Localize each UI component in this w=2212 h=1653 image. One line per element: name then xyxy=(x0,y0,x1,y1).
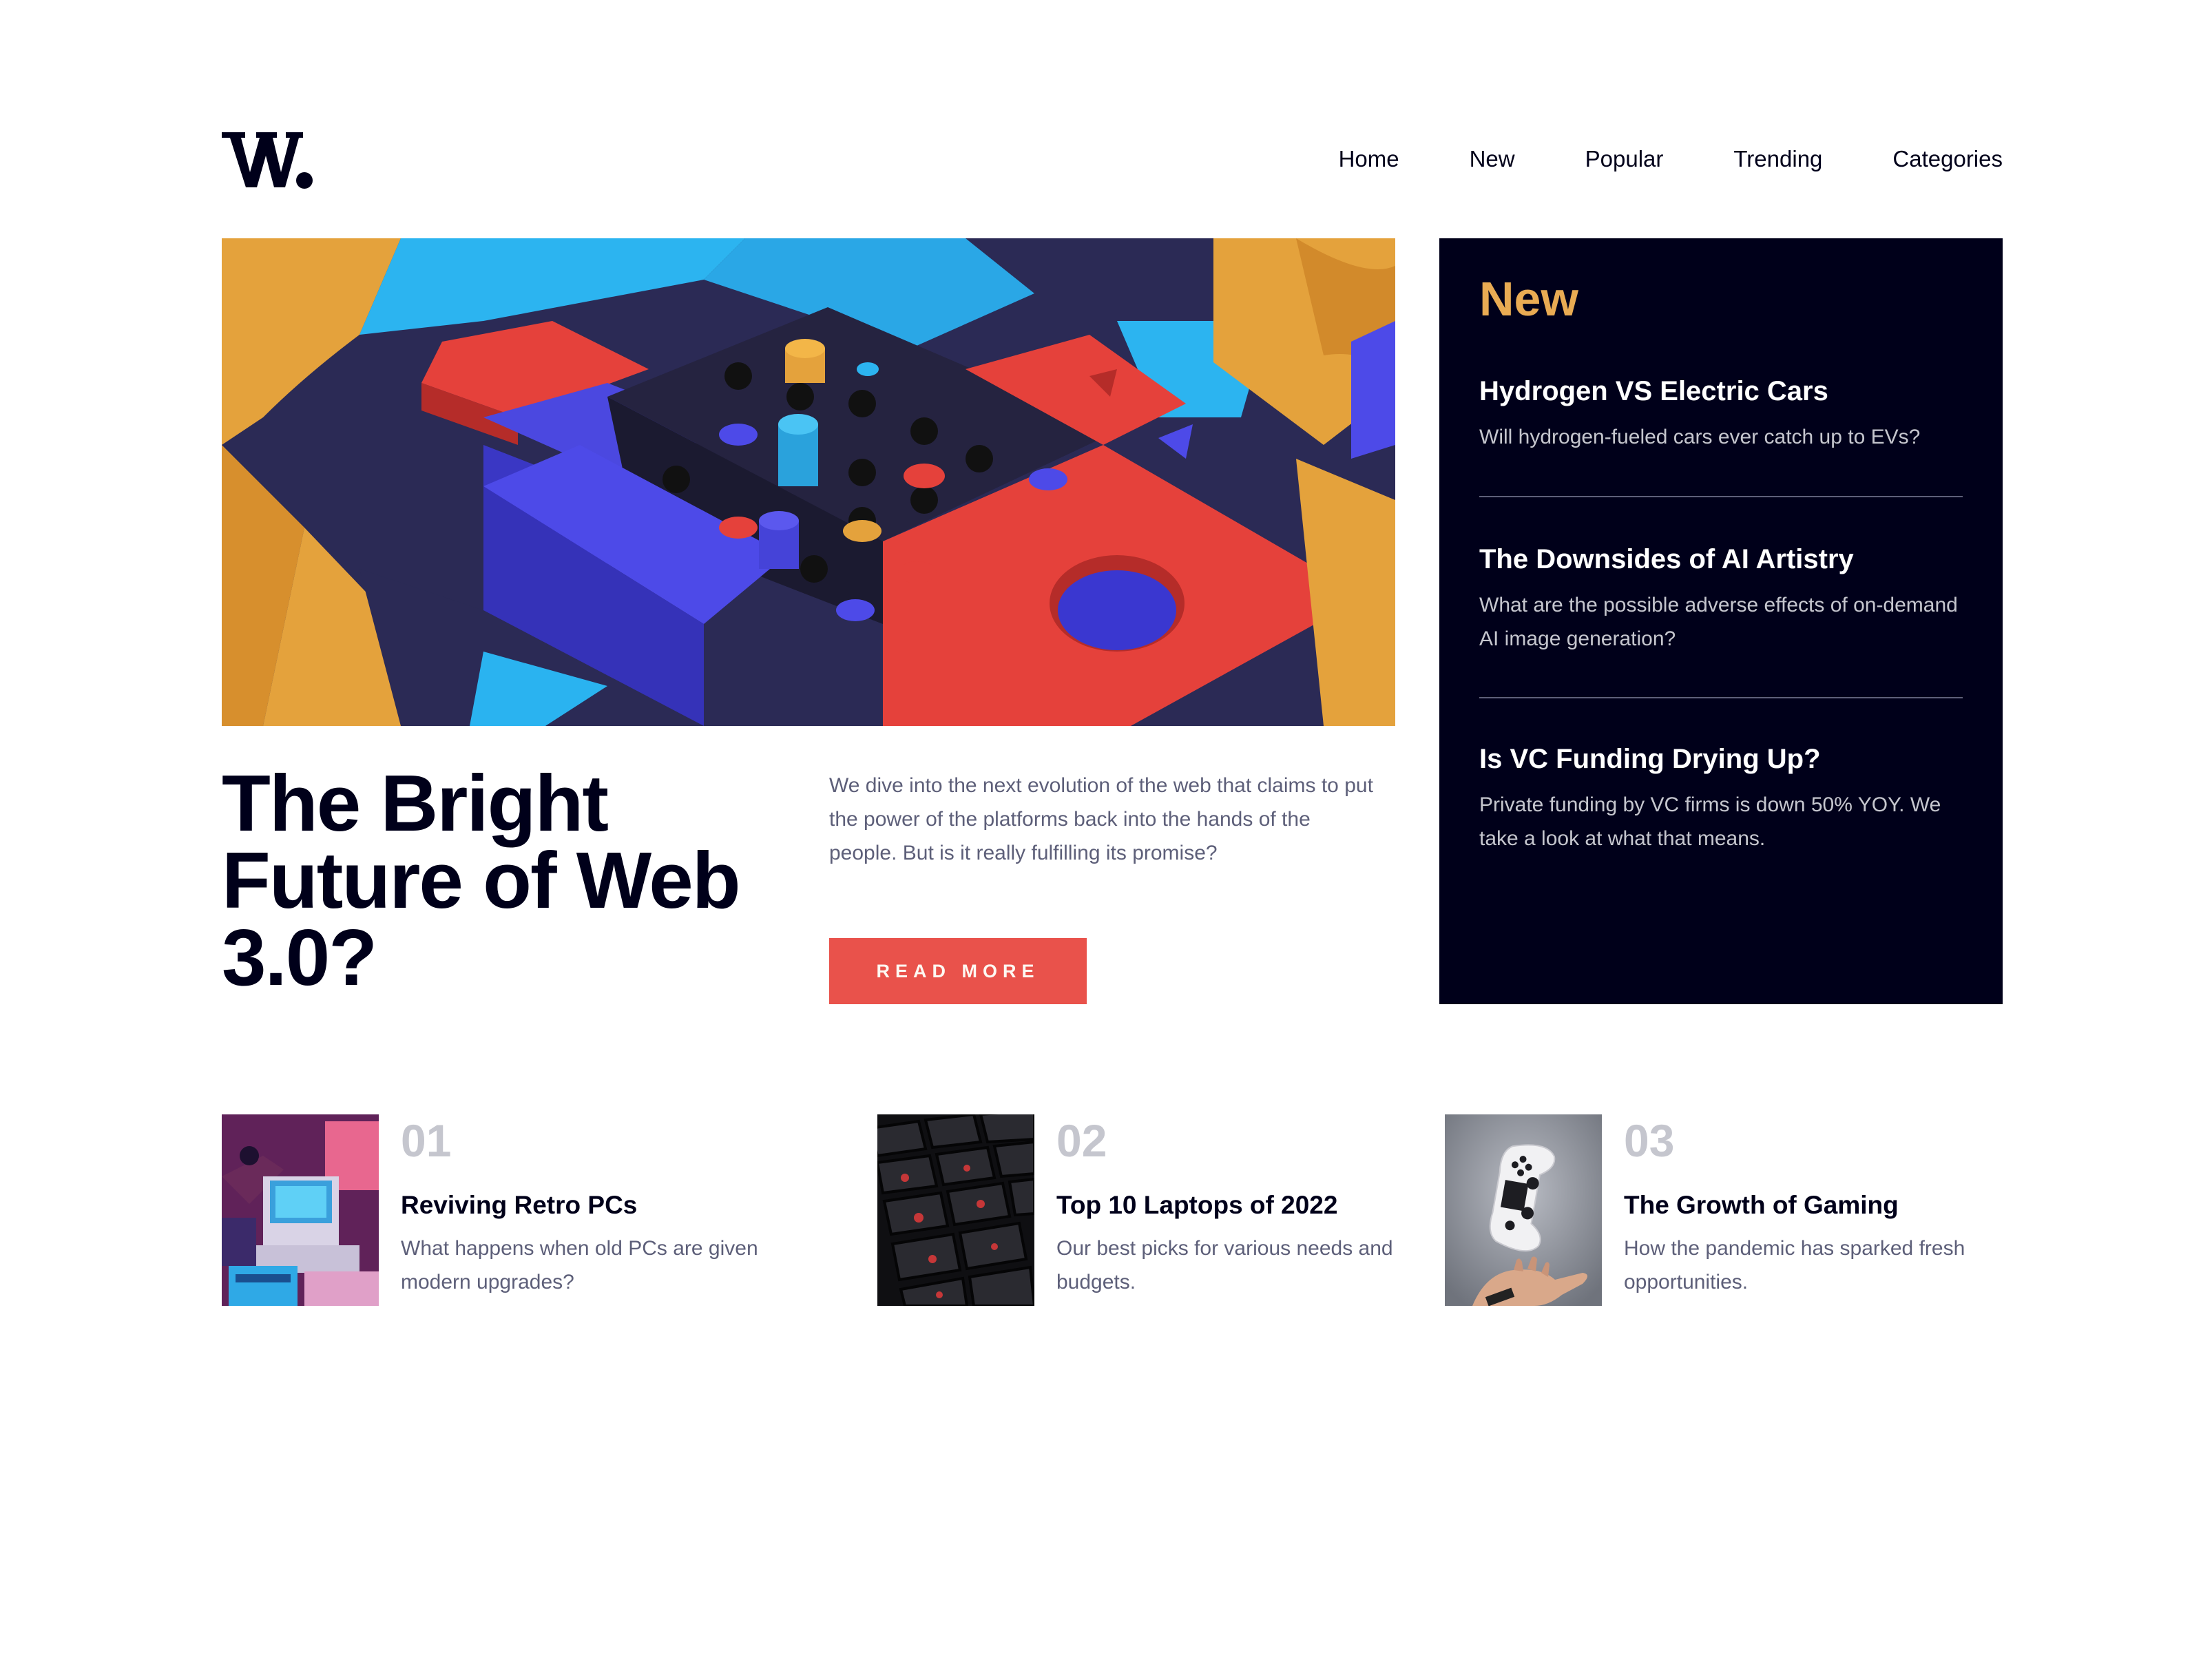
card-number: 02 xyxy=(1056,1115,1107,1166)
main-nav: Home New Popular Trending Categories xyxy=(1269,143,2003,175)
w-logo-icon[interactable] xyxy=(222,128,313,190)
new-panel: New Hydrogen VS Electric Cars Will hydro… xyxy=(1439,238,2003,1004)
new-panel-heading: New xyxy=(1479,272,1578,326)
new-item-title[interactable]: Hydrogen VS Electric Cars xyxy=(1479,372,1963,410)
card-title[interactable]: Top 10 Laptops of 2022 xyxy=(1056,1187,1337,1223)
logo-svg xyxy=(222,132,313,189)
new-item: Hydrogen VS Electric Cars Will hydrogen-… xyxy=(1479,372,1963,454)
nav-item-categories[interactable]: Categories xyxy=(1892,143,2003,175)
new-item-text: Private funding by VC firms is down 50% … xyxy=(1479,793,1941,850)
article-card: 01 Reviving Retro PCs What happens when … xyxy=(222,1114,828,1306)
card-number: 03 xyxy=(1624,1115,1675,1166)
nav-item-popular[interactable]: Popular xyxy=(1585,143,1664,175)
read-more-button[interactable]: READ MORE xyxy=(829,938,1087,1004)
laptop-keyboard-image[interactable] xyxy=(877,1114,1034,1306)
card-number: 01 xyxy=(401,1115,452,1166)
new-item-text: What are the possible adverse effects of… xyxy=(1479,594,1958,650)
nav-item-trending[interactable]: Trending xyxy=(1733,143,1822,175)
divider xyxy=(1479,697,1963,698)
card-title[interactable]: The Growth of Gaming xyxy=(1624,1187,1899,1223)
retro-pc-image[interactable] xyxy=(222,1114,379,1306)
card-title[interactable]: Reviving Retro PCs xyxy=(401,1187,637,1223)
hero-title[interactable]: The Bright Future of Web 3.0? xyxy=(222,763,800,997)
new-item-title[interactable]: The Downsides of AI Artistry xyxy=(1479,540,1963,579)
retro-pc-thumbnail xyxy=(222,1114,379,1306)
page: Home New Popular Trending Categories The… xyxy=(0,0,2212,1653)
game-controller-image[interactable] xyxy=(1445,1114,1602,1306)
new-item: Is VC Funding Drying Up? Private funding… xyxy=(1479,740,1963,855)
colorful-3d-blocks-image xyxy=(222,238,1395,726)
card-text: How the pandemic has sparked fresh oppor… xyxy=(1624,1237,1965,1293)
laptop-keyboard-thumbnail xyxy=(877,1114,1034,1306)
site-header: Home New Popular Trending Categories xyxy=(222,128,2003,190)
divider xyxy=(1479,496,1963,497)
card-text: Our best picks for various needs and bud… xyxy=(1056,1237,1393,1293)
new-item-title[interactable]: Is VC Funding Drying Up? xyxy=(1479,740,1963,778)
new-item-text: Will hydrogen-fueled cars ever catch up … xyxy=(1479,426,1921,448)
hero-image[interactable] xyxy=(222,238,1395,726)
article-card: 02 Top 10 Laptops of 2022 Our best picks… xyxy=(877,1114,1421,1306)
article-card: 03 The Growth of Gaming How the pandemic… xyxy=(1445,1114,2003,1306)
game-controller-thumbnail xyxy=(1445,1114,1602,1306)
new-item: The Downsides of AI Artistry What are th… xyxy=(1479,540,1963,656)
card-text: What happens when old PCs are given mode… xyxy=(401,1237,758,1293)
nav-item-home[interactable]: Home xyxy=(1339,143,1399,175)
nav-item-new[interactable]: New xyxy=(1470,143,1515,175)
hero-description: We dive into the next evolution of the w… xyxy=(829,774,1373,864)
